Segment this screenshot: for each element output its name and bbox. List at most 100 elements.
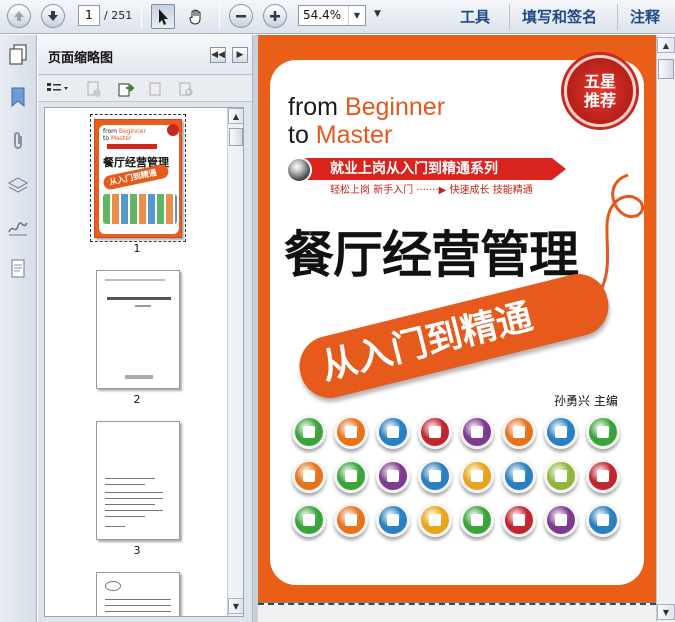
- hand-icon: [189, 9, 201, 25]
- category-glyph-icon: [597, 426, 609, 438]
- chevron-right-icon: ▶: [236, 50, 244, 60]
- bookmarks-tab[interactable]: [6, 85, 30, 109]
- category-icon: [586, 415, 620, 449]
- category-icon: [502, 415, 536, 449]
- next-page-edge: [258, 603, 656, 622]
- panel-forward-button[interactable]: ▶: [232, 47, 248, 63]
- toolbar-separator: [219, 5, 220, 29]
- zoom-in-button[interactable]: [263, 4, 287, 28]
- thumbnail-page-number: 1: [133, 242, 141, 255]
- scroll-down-button[interactable]: ▼: [657, 604, 675, 620]
- category-glyph-icon: [471, 514, 483, 526]
- thumbnail-page-number: 2: [133, 393, 141, 406]
- category-icon: [502, 459, 536, 493]
- five-star-badge: 五星 推荐: [564, 55, 636, 127]
- thumbnail-list[interactable]: from Beginner to Master 餐厅经营管理 从入门到精通 1 2: [44, 107, 244, 617]
- category-glyph-icon: [513, 470, 525, 482]
- prev-page-button[interactable]: [7, 4, 31, 28]
- toolbar-separator: [141, 5, 142, 29]
- thumbnail-page-2[interactable]: [96, 270, 180, 389]
- double-chevron-left-icon: ◀◀: [211, 50, 225, 60]
- page-properties-icon: [179, 82, 193, 96]
- chevron-down-icon: ▼: [374, 9, 381, 19]
- extract-page-button[interactable]: [116, 80, 136, 98]
- layers-tab[interactable]: [6, 173, 30, 197]
- select-tool-button[interactable]: [151, 4, 175, 29]
- publisher-logo-icon: [288, 557, 312, 581]
- category-glyph-icon: [345, 426, 357, 438]
- hand-tool-button[interactable]: [184, 4, 208, 29]
- thumbnail-page-4[interactable]: [96, 572, 180, 616]
- category-icon: [502, 503, 536, 537]
- scroll-up-button[interactable]: ▲: [228, 108, 243, 124]
- main-toolbar: 1 / 251 54.4% ▼ ▼ 工具 填写和签名 注释: [0, 0, 675, 34]
- category-icon: [376, 459, 410, 493]
- category-glyph-icon: [471, 426, 483, 438]
- extract-page-icon: [118, 83, 135, 97]
- next-page-button[interactable]: [41, 4, 65, 28]
- chevron-down-icon: ▼: [662, 607, 670, 617]
- category-glyph-icon: [345, 514, 357, 526]
- publisher-name: 化学工业出版社: [324, 566, 458, 581]
- signature-icon: [8, 222, 28, 236]
- content-tab[interactable]: [6, 257, 30, 281]
- panel-title: 页面缩略图: [48, 51, 114, 66]
- chevron-down-icon: ▼: [353, 11, 361, 20]
- thumbnail-panel: 页面缩略图 ◀◀ ▶ from Beginner to Master 餐厅经营管理: [38, 35, 252, 622]
- category-icon: [292, 503, 326, 537]
- english-title-line2: to Master: [288, 121, 393, 149]
- chevron-up-icon: ▲: [662, 40, 670, 50]
- category-icon: [586, 503, 620, 537]
- category-glyph-icon: [555, 514, 567, 526]
- document-view[interactable]: from Beginner to Master 就业上岗从入门到精通系列 轻松上…: [258, 35, 656, 622]
- delete-page-icon: [87, 81, 101, 97]
- tools-menu[interactable]: 工具: [460, 6, 490, 27]
- print-page-button[interactable]: [146, 80, 166, 98]
- series-subtitle: 轻松上岗 新手入门 ·······▶ 快速成长 技能精通: [330, 185, 533, 196]
- thumbnail-panel-header: 页面缩略图 ◀◀ ▶: [38, 35, 252, 75]
- menu-separator: [509, 4, 510, 30]
- category-icon: [544, 415, 578, 449]
- zoom-dropdown-arrow[interactable]: ▼: [348, 6, 365, 25]
- layers-icon: [7, 177, 29, 193]
- thumbnail-options-button[interactable]: [44, 80, 72, 98]
- collapse-panel-button[interactable]: ◀◀: [210, 47, 226, 63]
- series-banner: 就业上岗从入门到精通系列: [302, 158, 566, 180]
- paperclip-icon: [14, 132, 22, 149]
- delete-page-button[interactable]: [84, 80, 104, 98]
- category-glyph-icon: [387, 470, 399, 482]
- attachments-tab[interactable]: [6, 129, 30, 153]
- category-icon: [418, 503, 452, 537]
- zoom-out-button[interactable]: [229, 4, 253, 28]
- document-scrollbar[interactable]: ▲ ▼: [656, 35, 675, 622]
- category-icon: [376, 503, 410, 537]
- signatures-tab[interactable]: [6, 215, 30, 239]
- cursor-icon: [159, 8, 168, 25]
- category-icon-grid: [292, 415, 622, 545]
- category-icon: [586, 459, 620, 493]
- arrow-down-icon: [48, 11, 58, 21]
- menu-separator: [617, 4, 618, 30]
- pages-icon: [8, 45, 28, 67]
- thumbnail-page-number: 3: [133, 544, 141, 557]
- scrollbar-thumb[interactable]: [229, 128, 243, 146]
- category-icon: [460, 415, 494, 449]
- book-author: 孙勇兴 主编: [554, 394, 618, 408]
- scroll-up-button[interactable]: ▲: [657, 37, 675, 53]
- page-number-input[interactable]: 1: [78, 5, 100, 26]
- category-icon: [292, 415, 326, 449]
- plus-icon: [270, 11, 280, 21]
- thumbnail-scrollbar[interactable]: ▲ ▼: [227, 108, 243, 616]
- more-tools-dropdown[interactable]: ▼: [374, 9, 381, 19]
- navigation-pane-strip: [0, 35, 37, 622]
- scroll-down-button[interactable]: ▼: [228, 598, 243, 614]
- comment-menu[interactable]: 注释: [630, 6, 660, 27]
- thumbnail-page-1[interactable]: from Beginner to Master 餐厅经营管理 从入门到精通: [94, 119, 182, 238]
- thumbnail-page-3[interactable]: [96, 421, 180, 540]
- category-glyph-icon: [429, 470, 441, 482]
- fill-sign-menu[interactable]: 填写和签名: [522, 6, 597, 27]
- scrollbar-thumb[interactable]: [658, 59, 674, 79]
- category-glyph-icon: [555, 426, 567, 438]
- page-properties-button[interactable]: [176, 80, 196, 98]
- category-glyph-icon: [555, 470, 567, 482]
